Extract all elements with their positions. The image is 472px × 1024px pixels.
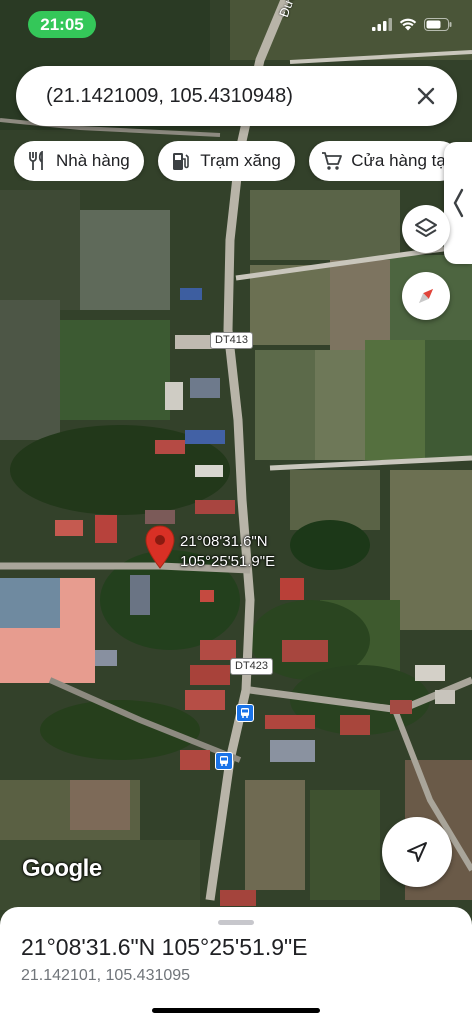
location-pin-icon[interactable] [143, 524, 177, 572]
wifi-icon [399, 18, 417, 31]
chip-label: Nhà hàng [56, 151, 130, 170]
place-title: 21°08'31.6"N 105°25'51.9"E [21, 934, 308, 960]
road-label-dt423: DT423 [230, 658, 274, 675]
layers-icon [415, 218, 437, 237]
pin-longitude: 105°25'51.9"E [180, 553, 276, 570]
compass-button[interactable] [402, 272, 450, 320]
drag-handle[interactable] [218, 920, 254, 925]
decimal-coordinates: 21.142101, 105.431095 [21, 967, 191, 984]
compass-icon [418, 288, 434, 304]
category-chips: Nhà hàng Trạm xăng Cửa hàng tạ [14, 141, 472, 181]
bus-stop-icon[interactable] [236, 704, 254, 722]
chip-gas-stations[interactable]: Trạm xăng [158, 141, 295, 181]
chevron-left-icon [453, 188, 464, 218]
battery-icon [424, 18, 452, 31]
bus-stop-icon[interactable] [215, 752, 233, 770]
side-panel-tab[interactable] [444, 142, 472, 264]
my-location-button[interactable] [382, 817, 452, 887]
search-bar[interactable]: (21.1421009, 105.4310948) [16, 66, 457, 126]
search-input[interactable]: (21.1421009, 105.4310948) [46, 85, 413, 108]
layers-button[interactable] [402, 205, 450, 253]
pin-latitude: 21°08'31.6"N [180, 533, 268, 550]
google-logo: Google [22, 855, 102, 882]
pin-coordinate-label: 21°08'31.6"N 105°25'51.9"E [180, 532, 275, 572]
signal-icon [372, 18, 392, 31]
navigation-arrow-icon [407, 842, 427, 862]
close-icon[interactable] [413, 83, 439, 109]
shopping-cart-icon [321, 150, 343, 172]
road-label-dt413: DT413 [210, 332, 254, 349]
status-time: 21:05 [28, 11, 96, 38]
chip-stores[interactable]: Cửa hàng tạ [309, 141, 460, 181]
chip-restaurants[interactable]: Nhà hàng [14, 141, 144, 181]
chip-label: Trạm xăng [200, 151, 281, 170]
bottom-sheet[interactable]: 21°08'31.6"N 105°25'51.9"E 21.142101, 10… [0, 907, 472, 1024]
restaurant-icon [26, 150, 48, 172]
home-indicator [152, 1008, 320, 1013]
gas-station-icon [170, 150, 192, 172]
status-icons [372, 18, 452, 31]
chip-label: Cửa hàng tạ [351, 151, 446, 170]
